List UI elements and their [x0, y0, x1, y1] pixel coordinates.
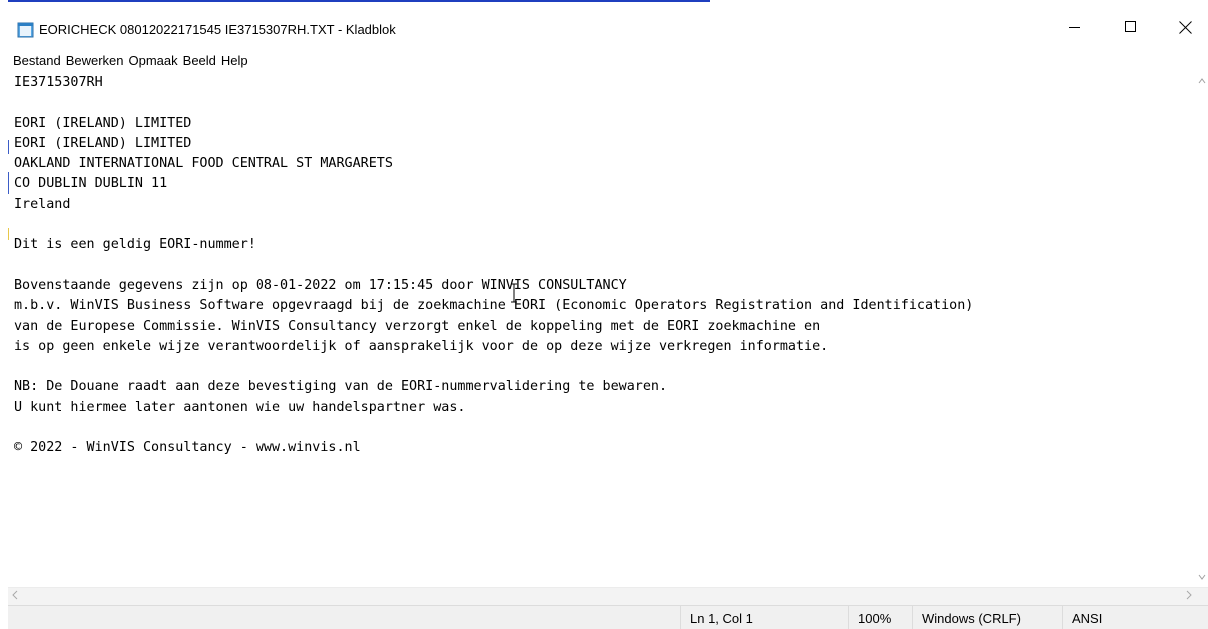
text-line: is op geen enkele wijze verantwoordelijk…: [14, 338, 829, 354]
text-line: IE3715307RH: [14, 75, 103, 90]
encoding: ANSI: [1062, 606, 1208, 629]
text-line: EORI (IRELAND) LIMITED: [14, 135, 192, 151]
vertical-scrollbar[interactable]: [1196, 70, 1208, 587]
text-line: [14, 357, 1196, 377]
text-editor[interactable]: IE3715307RH EORI (IRELAND) LIMITED EORI …: [8, 70, 1196, 587]
scroll-left-icon[interactable]: [12, 590, 18, 603]
zoom-level-label: 100%: [858, 610, 892, 626]
line-ending-label: Windows (CRLF): [922, 610, 1021, 626]
minimize-button[interactable]: [1052, 8, 1098, 46]
menu-bewerken[interactable]: Bewerken: [66, 53, 124, 68]
close-icon: [1178, 20, 1192, 34]
text-line: CO DUBLIN DUBLIN 11: [14, 176, 168, 192]
horizontal-scrollbar[interactable]: [8, 587, 1208, 605]
cursor-position-label: Ln 1, Col 1: [690, 610, 753, 626]
scroll-up-icon[interactable]: [1198, 76, 1206, 86]
notepad-window: EORICHECK 08012022171545 IE3715307RH.TXT…: [0, 0, 1208, 629]
text-line: [14, 93, 1196, 113]
scroll-down-icon[interactable]: [1198, 572, 1206, 582]
minimize-icon: [1069, 21, 1081, 33]
text-line: NB: De Douane raadt aan deze bevestiging…: [14, 379, 668, 395]
edge-marker: [8, 140, 9, 154]
window-accent-line: [8, 0, 710, 2]
menu-opmaak[interactable]: Opmaak: [129, 53, 178, 68]
status-bar: Ln 1, Col 1 100% Windows (CRLF) ANSI: [8, 605, 1208, 629]
text-line: [14, 418, 1196, 438]
edge-marker: [8, 172, 9, 194]
maximize-icon: [1125, 21, 1137, 33]
text-line: U kunt hiermee later aantonen wie uw han…: [14, 399, 466, 415]
notepad-icon: [17, 22, 35, 38]
text-line: van de Europese Commissie. WinVIS Consul…: [14, 318, 821, 334]
text-line: EORI (IRELAND) LIMITED: [14, 115, 192, 131]
menu-bar: Bestand Bewerken Opmaak Beeld Help: [0, 50, 253, 70]
edge-marker: [8, 228, 9, 240]
cursor-position: Ln 1, Col 1: [680, 606, 848, 629]
text-line: OAKLAND INTERNATIONAL FOOD CENTRAL ST MA…: [14, 156, 393, 172]
title-bar[interactable]: EORICHECK 08012022171545 IE3715307RH.TXT…: [0, 8, 1208, 46]
maximize-button[interactable]: [1108, 8, 1154, 46]
text-cursor-icon: [509, 283, 519, 303]
menu-beeld[interactable]: Beeld: [183, 53, 216, 68]
scroll-right-icon[interactable]: [1186, 590, 1192, 603]
text-line: [14, 215, 1196, 235]
line-ending: Windows (CRLF): [912, 606, 1062, 629]
encoding-label: ANSI: [1072, 610, 1103, 626]
zoom-level: 100%: [848, 606, 912, 629]
text-line: [14, 256, 1196, 276]
text-line: Ireland: [14, 196, 71, 212]
menu-help[interactable]: Help: [221, 53, 248, 68]
menu-bestand[interactable]: Bestand: [13, 53, 61, 68]
window-title: EORICHECK 08012022171545 IE3715307RH.TXT…: [39, 22, 396, 37]
text-line: Dit is een geldig EORI-nummer!: [14, 237, 256, 253]
text-line: m.b.v. WinVIS Business Software opgevraa…: [14, 298, 974, 314]
text-line: © 2022 - WinVIS Consultancy - www.winvis…: [14, 440, 361, 456]
close-button[interactable]: [1162, 8, 1208, 46]
text-line: Bovenstaande gegevens zijn op 08-01-2022…: [14, 277, 627, 293]
